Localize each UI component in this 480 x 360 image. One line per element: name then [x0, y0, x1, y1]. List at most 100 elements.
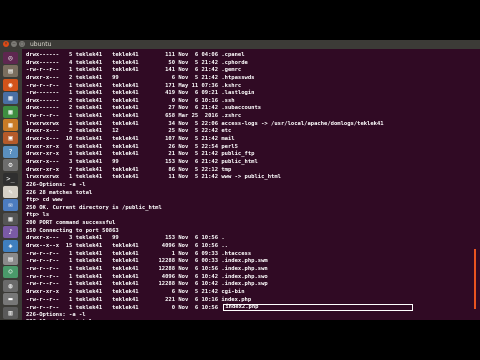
folder-icon[interactable]: ▤ — [3, 65, 18, 78]
terminal-line-text: 200 PORT command successful — [26, 220, 116, 227]
terminal-line-text: drwx------ 4 teklek41 teklek41 50 Nov 5 … — [26, 59, 248, 66]
browser-icon[interactable]: ◉ — [3, 78, 18, 91]
terminal-line-text: 250 OK. Current directory is /public_htm… — [26, 204, 162, 211]
terminal-line-text: ftp> ls — [26, 212, 50, 219]
terminal-line: drwxr-xr-x 7 teklek41 teklek41 86 Nov 5 … — [26, 167, 413, 175]
terminal-line-text: 226-Options: -a -l — [26, 181, 86, 188]
terminal-line: -rw-r--r-- 1 teklek41 teklek41 12288 Nov… — [26, 258, 413, 266]
terminal-line-text: drwxr-x--- 2 teklek41 12 25 Nov 5 22:42 … — [26, 128, 232, 135]
terminal-line: -rw------- 1 teklek41 teklek41 419 Nov 6… — [26, 90, 413, 98]
terminal-line: 200 PORT command successful — [26, 220, 413, 228]
terminal-line: drwxr-xr-x 6 teklek41 teklek41 26 Nov 5 … — [26, 144, 413, 152]
terminal-line-text: -rw-r--r-- 1 teklek41 teklek41 1 Nov 6 0… — [26, 250, 252, 257]
trash-icon[interactable]: ▥ — [3, 306, 18, 319]
files-icon[interactable]: ▤ — [3, 253, 18, 265]
terminal-line: drwx------ 4 teklek41 teklek41 50 Nov 5 … — [26, 60, 413, 68]
spreadsheet-icon[interactable]: ▦ — [3, 105, 18, 118]
terminal-line-text: -rw------- 1 teklek41 teklek41 419 Nov 6… — [26, 90, 255, 97]
terminal-line: drwxr-x--- 2 teklek41 99 6 Nov 5 21:42 .… — [26, 75, 413, 83]
terminal-line-text: -rw-r--r-- 1 teklek41 teklek41 171 May 1… — [26, 82, 242, 89]
terminal-line: 226 10 matches total — [26, 319, 413, 320]
launcher-dock: ◎ ▤ ◉ ▦ ▦ ▦ ▣? ⚙ >_ ✎ ✉ ▦ ♪ ◈ ▤ ☺ ◍ ▬ ▥ — [0, 49, 22, 320]
terminal-line-text: -rw-r--r-- 1 teklek41 teklek41 4096 Nov … — [26, 273, 268, 280]
terminal-line-text: -rw-r--r-- 1 teklek41 teklek41 658 Mar 2… — [26, 113, 242, 120]
network-icon[interactable]: ◈ — [3, 239, 18, 252]
terminal-line-text: drwx------ 5 teklek41 teklek41 111 Nov 6… — [26, 52, 245, 58]
terminal-line: -rw-r--r-- 1 teklek41 teklek41 658 Mar 2… — [26, 113, 413, 121]
terminal-line-text: 226 10 matches total — [26, 319, 92, 320]
terminal-line: -rw-r--r-- 1 teklek41 teklek41 141 Nov 6… — [26, 67, 413, 75]
terminal-line-text: drwxr-xr-x 6 teklek41 teklek41 26 Nov 5 … — [26, 143, 238, 150]
terminal-icon[interactable]: >_ — [3, 172, 18, 185]
terminal-line-text: 150 Connecting to port 50863 — [26, 227, 119, 234]
terminal-line: ftp> cd www — [26, 197, 413, 205]
terminal-line: drwxr-xr-x 3 teklek41 teklek41 21 Nov 5 … — [26, 151, 413, 159]
terminal-line: lrwxrwxrwx 1 teklek41 teklek41 34 Nov 5 … — [26, 121, 413, 129]
drive-icon[interactable]: ▬ — [3, 293, 18, 306]
terminal-line-text: -rw-r--r-- 1 teklek41 teklek41 12288 Nov… — [26, 265, 268, 272]
terminal-line: drwx--x--x 15 teklek41 teklek41 4096 Nov… — [26, 243, 413, 251]
minimize-icon[interactable]: – — [11, 41, 17, 47]
text-editor-icon[interactable]: ✎ — [3, 186, 18, 198]
terminal-line: -rw-r--r-- 1 teklek41 teklek41 171 May 1… — [26, 83, 413, 91]
window-title: ubuntu — [30, 41, 52, 48]
terminal-line-text: ftp> cd www — [26, 197, 63, 204]
document-icon[interactable]: ▦ — [3, 92, 18, 105]
terminal-line-text: drwxr-xr-x 3 teklek41 teklek41 21 Nov 5 … — [26, 151, 255, 158]
terminal-line: 226-Options: -a -l — [26, 182, 413, 190]
terminal-line: drwxr-x--- 2 teklek41 12 25 Nov 5 22:42 … — [26, 128, 413, 136]
terminal-line: drwxr-xr-x 2 teklek41 teklek41 6 Nov 5 2… — [26, 289, 413, 297]
terminal-line-text: drwxr-xr-x 2 teklek41 teklek41 6 Nov 5 2… — [26, 288, 245, 295]
terminal-line-text: drwxr-x--- 3 teklek41 99 153 Nov 6 10:56… — [26, 235, 225, 242]
terminal-window[interactable]: drwx------ 5 teklek41 teklek41 111 Nov 6… — [22, 49, 460, 320]
close-icon[interactable]: × — [3, 41, 9, 47]
terminal-line-text: -rw-r--r-- 1 teklek41 teklek41 12288 Nov… — [26, 281, 268, 288]
terminal-line: ftp> ls — [26, 212, 413, 220]
terminal-line: 250 OK. Current directory is /public_htm… — [26, 205, 413, 213]
terminal-line: -rw-r--r-- 1 teklek41 teklek41 12288 Nov… — [26, 281, 413, 289]
terminal-line: drwx------ 2 teklek41 teklek41 0 Nov 6 1… — [26, 98, 413, 106]
terminal-line-text: 226-Options: -a -l — [26, 311, 86, 318]
help-icon[interactable]: ? — [3, 145, 18, 158]
terminal-line: drwx------ 2 teklek41 teklek41 27 Nov 6 … — [26, 105, 413, 113]
terminal-line: -rw-r--r-- 1 teklek41 teklek41 4096 Nov … — [26, 274, 413, 282]
terminal-line-text: -rw-r--r-- 1 teklek41 teklek41 221 Nov 6… — [26, 296, 252, 303]
terminal-line: lrwxrwxrwx 1 teklek41 teklek41 11 Nov 5 … — [26, 174, 413, 182]
terminal-line: 150 Connecting to port 50863 — [26, 228, 413, 236]
terminal-line-text: -rw-r--r-- 1 teklek41 teklek41 0 Nov 6 1… — [26, 304, 222, 311]
terminal-line-text: lrwxrwxrwx 1 teklek41 teklek41 34 Nov 5 … — [26, 120, 384, 127]
filename-selection-box[interactable]: index2.php — [223, 304, 414, 311]
terminal-line-text: 226 28 matches total — [26, 189, 93, 196]
terminal-line-text: drwxr-x--- 10 teklek41 teklek41 107 Nov … — [26, 136, 235, 143]
terminal-line: -rw-r--r-- 1 teklek41 teklek41 221 Nov 6… — [26, 297, 413, 305]
terminal-line-text: drwxr-xr-x 7 teklek41 teklek41 86 Nov 5 … — [26, 166, 232, 173]
terminal-line-text: drwx------ 2 teklek41 teklek41 0 Nov 6 1… — [26, 97, 235, 104]
media-icon[interactable]: ♪ — [3, 226, 18, 239]
software-center-icon[interactable]: ▣ — [3, 132, 18, 145]
maximize-icon[interactable]: □ — [19, 41, 25, 47]
terminal-line: -rw-r--r-- 1 teklek41 teklek41 0 Nov 6 1… — [26, 304, 414, 312]
terminal-line: drwxr-x--- 3 teklek41 99 153 Nov 6 21:42… — [26, 159, 413, 167]
terminal-line-text: -rw-r--r-- 1 teklek41 teklek41 12288 Nov… — [26, 258, 268, 265]
search-icon[interactable]: ◎ — [3, 52, 18, 64]
terminal-line: drwx------ 5 teklek41 teklek41 111 Nov 6… — [26, 52, 413, 60]
terminal-line-text: lrwxrwxrwx 1 teklek41 teklek41 11 Nov 5 … — [26, 174, 281, 181]
terminal-output: drwx------ 5 teklek41 teklek41 111 Nov 6… — [26, 52, 414, 320]
screen: × – □ ubuntu ◎ ▤ ◉ ▦ ▦ ▦ ▣? ⚙ >_ ✎ ✉ ▦ ♪ ◈ ▤ ☺ ◍ ▬ ▥ drwx-… — [0, 40, 480, 320]
settings-icon[interactable]: ⚙ — [3, 159, 18, 172]
presentation-icon[interactable]: ▦ — [3, 119, 18, 131]
scrollbar-thumb[interactable] — [474, 249, 476, 309]
mail-icon[interactable]: ✉ — [3, 199, 18, 212]
terminal-line: -rw-r--r-- 1 teklek41 teklek41 1 Nov 6 0… — [26, 251, 413, 259]
terminal-line-text: drwxr-x--- 2 teklek41 99 6 Nov 5 21:42 .… — [26, 74, 255, 81]
terminal-line: 226-Options: -a -l — [26, 312, 413, 320]
workspace-icon[interactable]: ▦ — [3, 212, 18, 225]
terminal-line-text: drwxr-x--- 3 teklek41 99 153 Nov 6 21:42… — [26, 158, 258, 165]
terminal-line-text: -rw-r--r-- 1 teklek41 teklek41 141 Nov 6… — [26, 67, 242, 74]
terminal-line: -rw-r--r-- 1 teklek41 teklek41 12288 Nov… — [26, 266, 413, 274]
chat-icon[interactable]: ☺ — [3, 266, 18, 279]
camera-icon[interactable]: ◍ — [3, 279, 18, 292]
window-controls: × – □ — [3, 41, 25, 47]
terminal-line-text: drwx------ 2 teklek41 teklek41 27 Nov 6 … — [26, 105, 262, 112]
terminal-scrollbar[interactable] — [460, 49, 480, 320]
